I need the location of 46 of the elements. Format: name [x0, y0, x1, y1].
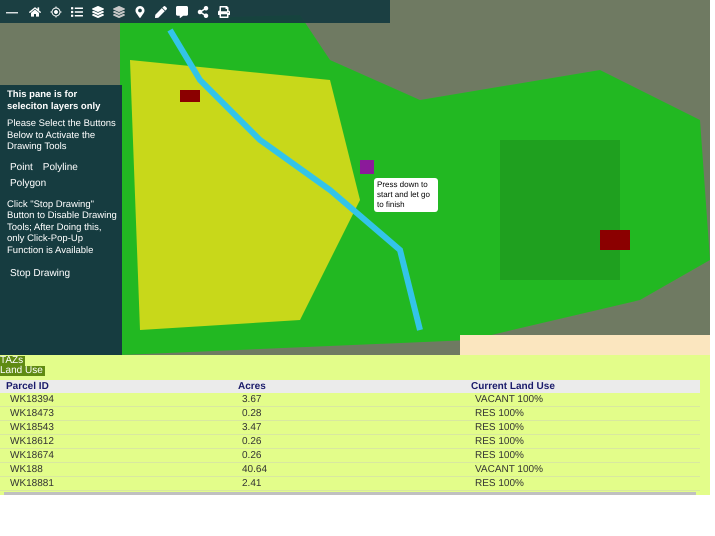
table-cell-text: WK18612 — [10, 435, 55, 448]
layers-icon[interactable] — [92, 6, 104, 18]
column-header: Current Land Use — [471, 380, 556, 393]
column-header: Parcel ID — [6, 380, 50, 393]
horizontal-scrollbar[interactable] — [4, 492, 696, 495]
table-cell-text: VACANT 100% — [475, 393, 544, 406]
table-cell-text: 0.26 — [242, 449, 262, 462]
pin-icon[interactable] — [134, 6, 146, 18]
table-cell-text: WK18473 — [10, 407, 55, 420]
pane-instructions: Please Select the Buttons Below to Activate the Drawing Tools — [7, 118, 117, 152]
table-cell-text: 3.47 — [242, 421, 262, 434]
draw-tool-button[interactable]: Polyline — [42, 160, 78, 174]
table-cell-text: RES 100% — [475, 421, 525, 434]
table-cell-text: 0.28 — [242, 407, 262, 420]
table-cell-text: WK18881 — [10, 477, 55, 490]
print-icon[interactable] — [218, 6, 230, 18]
list-icon[interactable] — [71, 6, 83, 18]
table-cell-text: 40.64 — [242, 463, 268, 476]
share-icon[interactable] — [197, 6, 209, 18]
table-cell-text: 0.26 — [242, 435, 262, 448]
pen-icon[interactable] — [155, 6, 167, 18]
layer-tab[interactable]: Land Use — [0, 366, 45, 376]
pane-note: Click "Stop Drawing" Button to Disable Drawing Tools; After Doing this, only Click-Pop-Up Function is Available — [7, 198, 118, 256]
table-cell-text: WK18543 — [10, 421, 55, 434]
table-cell-text: 3.67 — [242, 393, 262, 406]
home-icon[interactable] — [29, 6, 41, 18]
stop-drawing-button[interactable]: Stop Drawing — [10, 268, 70, 280]
table-cell-text: RES 100% — [475, 449, 525, 462]
column-header: Acres — [238, 380, 267, 393]
layer-tab[interactable]: TAZs — [0, 356, 26, 366]
table-cell-text: WK18674 — [10, 449, 55, 462]
draw-tool-button[interactable]: Point — [10, 160, 33, 174]
table-cell-text: 2.41 — [242, 477, 262, 490]
drawing-tooltip: Press down to start and let go to finish — [374, 178, 438, 212]
table-cell-text: VACANT 100% — [475, 463, 544, 476]
pane-title: This pane is for seleciton layers only — [7, 89, 102, 112]
table-cell-text: RES 100% — [475, 477, 525, 490]
collapse-button[interactable]: — — [6, 6, 18, 18]
table-cell-text: WK188 — [10, 463, 44, 476]
table-cell-text: WK18394 — [10, 393, 55, 406]
draw-tool-button[interactable]: Polygon — [10, 176, 46, 190]
crosshair-icon[interactable] — [50, 6, 62, 18]
comment-icon[interactable] — [176, 6, 188, 18]
layers-icon[interactable] — [113, 6, 125, 18]
table-cell-text: RES 100% — [475, 435, 525, 448]
table-cell-text: RES 100% — [475, 407, 525, 420]
